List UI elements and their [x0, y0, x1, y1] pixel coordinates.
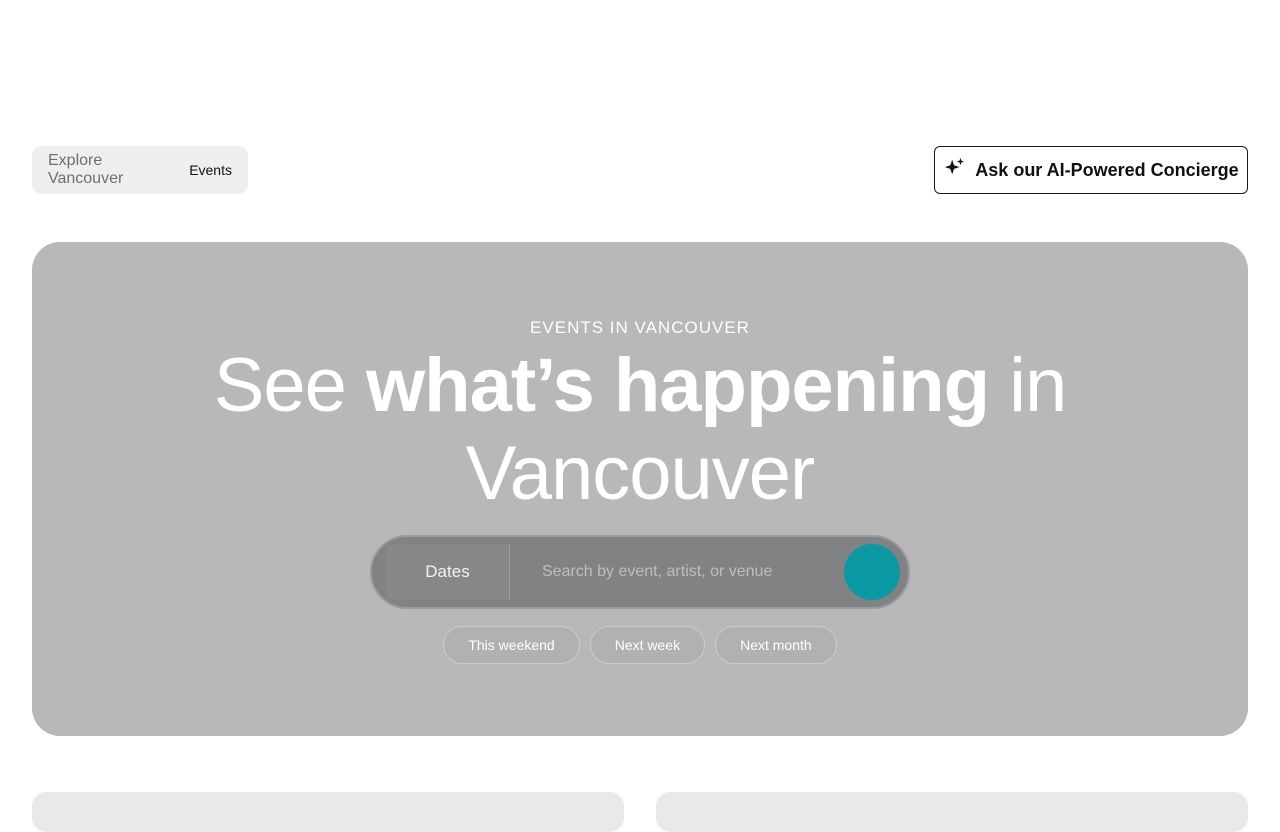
breadcrumb-explore-vancouver[interactable]: Explore Vancouver	[48, 152, 181, 188]
hero-banner: EVENTS IN VANCOUVER See what’s happening…	[32, 242, 1248, 736]
chip-this-weekend[interactable]: This weekend	[443, 626, 580, 664]
hero-eyebrow: EVENTS IN VANCOUVER	[530, 318, 750, 337]
chip-next-month[interactable]: Next month	[715, 626, 837, 664]
hero-headline: See what’s happening in Vancouver	[132, 342, 1148, 518]
headline-part1: See	[213, 343, 367, 428]
headline-bold: what’s happening	[366, 343, 990, 428]
event-search-bar: Dates	[370, 535, 910, 609]
breadcrumb-events: Events	[189, 162, 232, 178]
date-filter-chips: This weekend Next week Next month	[32, 626, 1248, 664]
breadcrumb: Explore Vancouver Events	[32, 146, 248, 194]
chip-next-week[interactable]: Next week	[589, 626, 706, 664]
event-search-input[interactable]	[510, 544, 844, 600]
ai-concierge-label: Ask our AI-Powered Concierge	[975, 159, 1239, 180]
event-card-right[interactable]	[656, 792, 1248, 832]
search-submit-button[interactable]	[844, 544, 900, 600]
sparkle-icon	[943, 157, 965, 184]
dates-button[interactable]: Dates	[386, 544, 510, 600]
event-card-left[interactable]	[32, 792, 624, 832]
ai-concierge-button[interactable]: Ask our AI-Powered Concierge	[934, 146, 1248, 194]
